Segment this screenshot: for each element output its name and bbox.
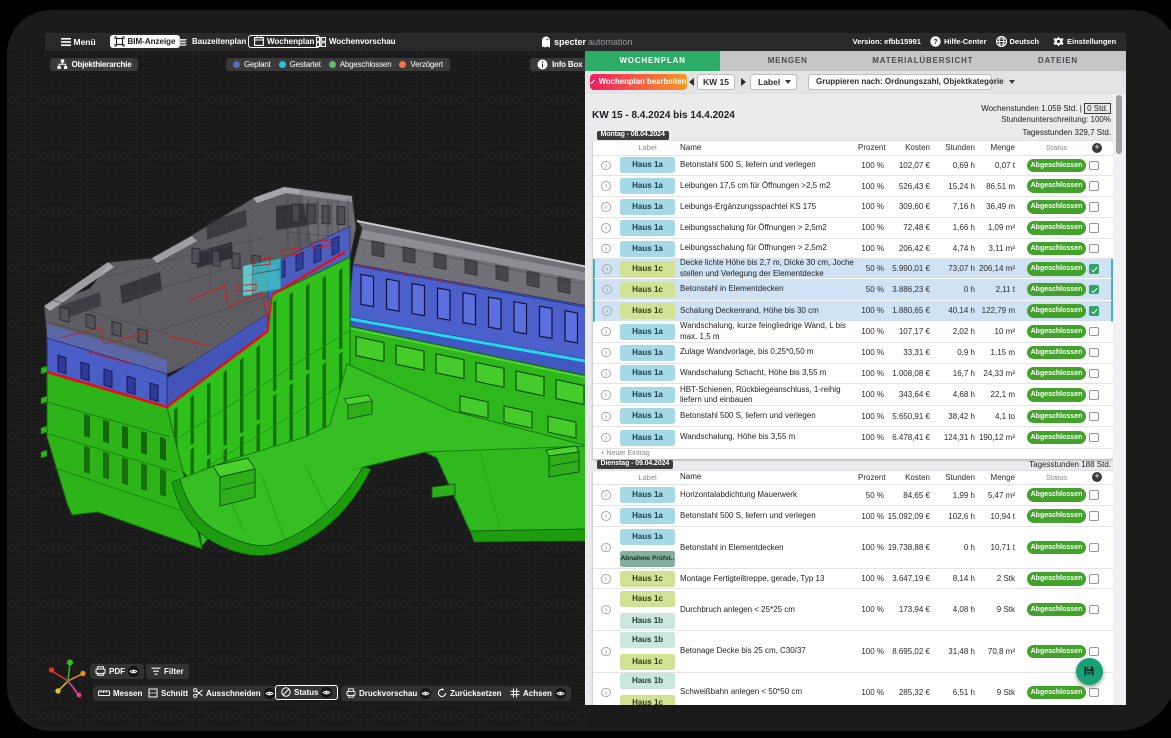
svg-text:?: ? (933, 37, 938, 46)
